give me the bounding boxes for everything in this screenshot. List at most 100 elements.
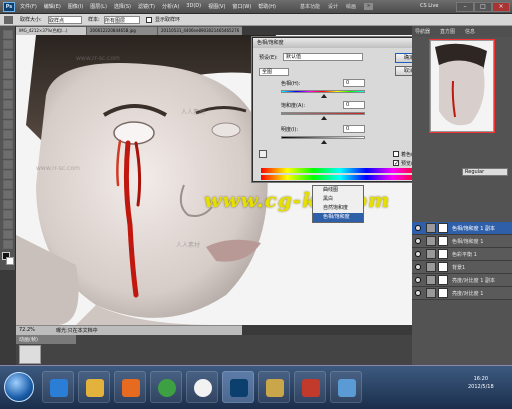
- sample-layers-select[interactable]: 所有图层: [104, 16, 140, 24]
- saturation-slider[interactable]: [281, 112, 365, 115]
- tool-icon[interactable]: [3, 140, 13, 149]
- sample-size-select[interactable]: 取样点: [48, 16, 82, 24]
- taskbar-app-photoshop[interactable]: [222, 371, 254, 403]
- zoom-level[interactable]: 72.2%: [19, 327, 35, 333]
- tab-document-2[interactable]: 20061222084465B.jpg: [87, 27, 157, 35]
- photoshop-logo[interactable]: Ps: [3, 2, 15, 12]
- menu-edit[interactable]: 编辑(E): [44, 3, 61, 10]
- taskbar-app-explorer[interactable]: [78, 371, 110, 403]
- hue-input[interactable]: 0: [343, 79, 365, 87]
- eyedropper-icon[interactable]: [4, 16, 13, 24]
- eye-icon: [415, 225, 421, 231]
- tool-icon[interactable]: [3, 60, 13, 69]
- preset-select[interactable]: 默认值: [283, 53, 363, 61]
- saturation-slider-knob[interactable]: [321, 116, 327, 120]
- layer-row[interactable]: 色彩平衡 1: [412, 248, 512, 261]
- background-color-swatch[interactable]: [6, 257, 14, 265]
- taskbar-app-media[interactable]: [114, 371, 146, 403]
- menu-3d[interactable]: 3D(D): [186, 3, 201, 10]
- close-window-button[interactable]: ×: [492, 2, 510, 12]
- hand-adjust-icon[interactable]: [259, 150, 267, 158]
- minimize-button[interactable]: –: [456, 2, 474, 12]
- watermark-site-2: www.rr-sc.com: [36, 165, 80, 172]
- frame-thumbnail[interactable]: [19, 345, 41, 364]
- menu-layer[interactable]: 图层(L): [90, 3, 107, 10]
- tool-icon[interactable]: [3, 190, 13, 199]
- taskbar-app-folder[interactable]: [258, 371, 290, 403]
- preview-checkbox[interactable]: ✓: [393, 160, 399, 167]
- layer-row[interactable]: 亮度/对比度 1 副本: [412, 274, 512, 287]
- blend-mode-select[interactable]: Regular: [462, 168, 508, 176]
- menu-filter[interactable]: 滤镜(T): [138, 3, 155, 10]
- channel-select[interactable]: 全图: [259, 68, 289, 76]
- menu-image[interactable]: 图像(I): [68, 3, 83, 10]
- workspace-design[interactable]: 设计: [328, 3, 338, 10]
- tool-icon[interactable]: [3, 40, 13, 49]
- menu-help[interactable]: 帮助(H): [258, 3, 276, 10]
- tool-icon[interactable]: [3, 110, 13, 119]
- menu-view[interactable]: 视图(V): [208, 3, 225, 10]
- tool-icon[interactable]: [3, 70, 13, 79]
- tab-info[interactable]: 信息: [465, 28, 475, 35]
- show-ring-checkbox[interactable]: [146, 17, 152, 23]
- tool-icon[interactable]: [3, 120, 13, 129]
- cs-live-button[interactable]: CS Live: [420, 3, 438, 9]
- system-clock[interactable]: 16:20 2012/5/18: [468, 375, 494, 391]
- layer-row[interactable]: 亮度/对比度 1: [412, 287, 512, 300]
- tool-icon[interactable]: [3, 170, 13, 179]
- watermark-cn-1: 人人素材: [181, 109, 206, 116]
- tool-icon[interactable]: [3, 80, 13, 89]
- taskbar-app-video[interactable]: [294, 371, 326, 403]
- menu-select[interactable]: 选择(S): [114, 3, 131, 10]
- tab-document-3[interactable]: 20110531_4406ee8903021465465276: [158, 27, 242, 35]
- menu-window[interactable]: 窗口(W): [232, 3, 251, 10]
- adjustment-list: 曲线图 黑白 自然饱和度 色相/饱和度: [312, 185, 364, 223]
- workspace-painting[interactable]: 绘画: [346, 3, 356, 10]
- tool-icon[interactable]: [3, 220, 13, 229]
- tool-icon[interactable]: [3, 230, 13, 239]
- tool-icon[interactable]: [3, 130, 13, 139]
- workspace-essentials[interactable]: 基本功能: [300, 3, 320, 10]
- tab-navigator[interactable]: 导航器: [415, 28, 430, 35]
- lightness-slider[interactable]: [281, 136, 365, 139]
- sample-size-label: 取样大小:: [20, 17, 42, 23]
- tool-icon[interactable]: [3, 200, 13, 209]
- hue-slider[interactable]: [281, 90, 365, 93]
- tool-icon[interactable]: [3, 180, 13, 189]
- tool-icon[interactable]: [3, 30, 13, 39]
- tab-document-1[interactable]: IMG_4212×37%(色相/...): [16, 27, 86, 35]
- saturation-input[interactable]: 0: [343, 101, 365, 109]
- colorize-checkbox[interactable]: [393, 151, 399, 157]
- lightness-input[interactable]: 0: [343, 125, 365, 133]
- status-info: 曝光:只在本文档中: [56, 328, 98, 334]
- maximize-button[interactable]: □: [474, 2, 492, 12]
- tool-icon[interactable]: [3, 90, 13, 99]
- tab-histogram[interactable]: 直方图: [440, 28, 455, 35]
- adjustment-item-vibrance[interactable]: 自然饱和度: [313, 204, 363, 213]
- adjustment-item-curves[interactable]: 曲线图: [313, 186, 363, 195]
- taskbar-app-ie[interactable]: [42, 371, 74, 403]
- tool-icon[interactable]: [3, 150, 13, 159]
- adjustment-item-hue-sat[interactable]: 色相/饱和度: [313, 213, 363, 222]
- menu-file[interactable]: 文件(F): [20, 3, 37, 10]
- taskbar-app-chrome[interactable]: [150, 371, 182, 403]
- lightness-slider-knob[interactable]: [321, 140, 327, 144]
- taskbar-app-paint[interactable]: [330, 371, 362, 403]
- layer-row[interactable]: 色相/饱和度 1 副本: [412, 222, 512, 235]
- navigator-view-box[interactable]: [429, 39, 495, 133]
- tool-icon[interactable]: [3, 210, 13, 219]
- menu-analysis[interactable]: 分析(A): [162, 3, 179, 10]
- tool-icon[interactable]: [3, 50, 13, 59]
- tool-icon[interactable]: [3, 160, 13, 169]
- tool-icon[interactable]: [3, 100, 13, 109]
- tool-icon[interactable]: [3, 240, 13, 249]
- workspace-more[interactable]: »: [364, 3, 374, 10]
- hue-slider-knob[interactable]: [321, 94, 327, 98]
- eyedropper-tools[interactable]: [363, 150, 389, 158]
- adjustment-item-bw[interactable]: 黑白: [313, 195, 363, 204]
- layer-row[interactable]: 色相/饱和度 1: [412, 235, 512, 248]
- layer-row[interactable]: 背景1: [412, 261, 512, 274]
- start-button[interactable]: [4, 372, 34, 402]
- taskbar-app-qq[interactable]: [186, 371, 218, 403]
- color-bar-top: [261, 168, 419, 173]
